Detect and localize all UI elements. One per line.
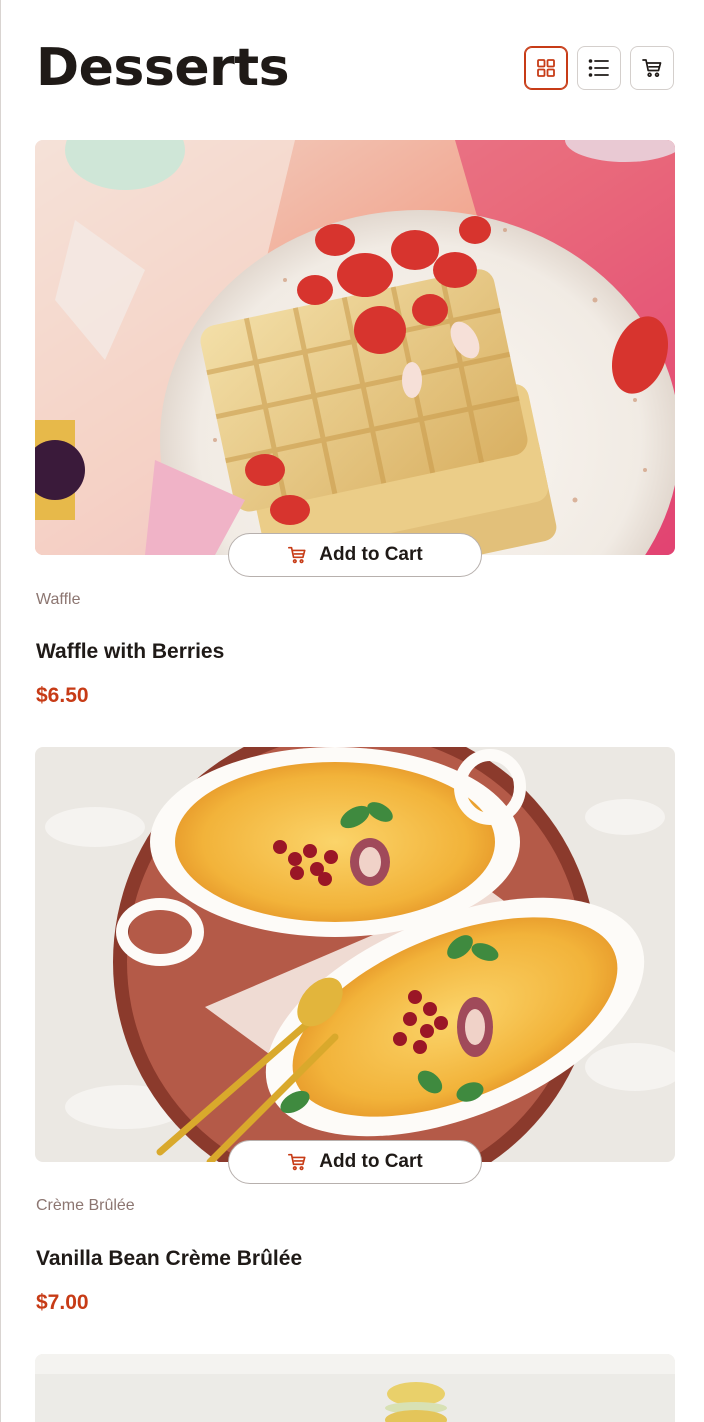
product-price: $7.00 — [36, 1291, 89, 1314]
page-edge — [0, 0, 1, 1422]
view-toolbar — [524, 46, 674, 90]
product-category: Crème Brûlée — [36, 1197, 135, 1214]
add-to-cart-button[interactable]: Add to Cart — [228, 533, 482, 577]
list-view-button[interactable] — [577, 46, 621, 90]
product-image[interactable] — [35, 1354, 675, 1422]
add-to-cart-label: Add to Cart — [319, 1151, 423, 1172]
product-card: Add to Cart Waffle Waffle with Berries $… — [35, 140, 675, 707]
page-title: Desserts — [36, 38, 290, 98]
creme-brulee-photo — [35, 747, 675, 1162]
cart-icon — [288, 1153, 306, 1171]
product-price: $6.50 — [36, 684, 89, 707]
add-to-cart-button[interactable]: Add to Cart — [228, 1140, 482, 1184]
waffle-with-berries-photo — [35, 140, 675, 555]
product-card — [35, 1354, 675, 1422]
product-card: Add to Cart Crème Brûlée Vanilla Bean Cr… — [35, 747, 675, 1314]
product-image[interactable] — [35, 747, 675, 1162]
page-header: Desserts — [36, 30, 674, 106]
grid-view-button[interactable] — [524, 46, 568, 90]
product-category: Waffle — [36, 591, 81, 608]
macaron-photo — [35, 1354, 675, 1422]
cart-icon — [288, 546, 306, 564]
cart-icon — [642, 59, 662, 78]
product-name: Vanilla Bean Crème Brûlée — [36, 1247, 303, 1270]
product-name: Waffle with Berries — [36, 640, 225, 663]
list-icon — [588, 59, 609, 77]
product-image[interactable] — [35, 140, 675, 555]
grid-icon — [537, 59, 555, 77]
cart-button[interactable] — [630, 46, 674, 90]
add-to-cart-label: Add to Cart — [319, 544, 423, 565]
